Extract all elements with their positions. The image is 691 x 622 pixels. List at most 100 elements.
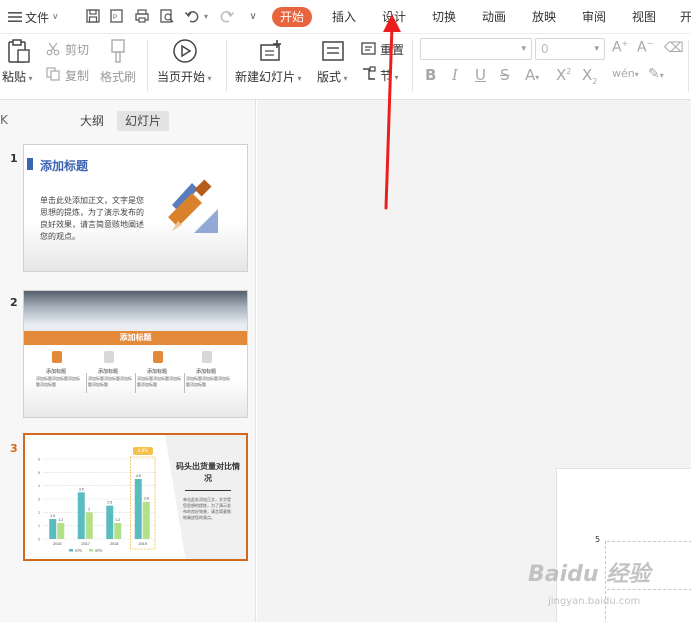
print-icon[interactable] <box>133 7 151 25</box>
chevron-down-icon: ▾ <box>521 44 526 54</box>
caret-down-icon: ▾ <box>392 73 399 82</box>
slide-thumbnail-3[interactable]: 码头出货量对比情况 单击此处添加正文，文字是您思想的提炼，为了演示发布的良好效果… <box>23 433 248 561</box>
tab-transition[interactable]: 切换 <box>432 8 456 26</box>
new-slide-label: 新建幻灯片 <box>235 70 296 84</box>
watermark-url: jingyan.baidu.com <box>548 596 641 607</box>
bar <box>114 523 122 539</box>
bar <box>57 523 65 539</box>
clipboard-icon <box>52 351 62 363</box>
strikethrough-icon[interactable]: S <box>500 66 510 84</box>
phonetic-guide-icon[interactable]: wén▾ <box>612 67 639 80</box>
title-rule <box>185 490 231 491</box>
undo-dropdown-icon[interactable]: ▾ <box>201 7 211 25</box>
slide-number: 2 <box>10 296 18 309</box>
bar <box>134 479 142 539</box>
cut-button[interactable]: 剪切 <box>65 41 89 58</box>
bar <box>142 501 150 539</box>
data-label: 1.2 <box>58 518 63 522</box>
title-accent-bar <box>27 158 33 170</box>
collapse-panel-icon[interactable]: K <box>0 113 8 127</box>
caret-down-icon: ▾ <box>341 74 348 83</box>
data-label: 3.5 <box>79 487 84 491</box>
font-color-icon[interactable]: A▾ <box>525 66 539 84</box>
y-tick-label: 0 <box>38 538 40 542</box>
ribbon-divider <box>147 40 148 92</box>
undo-icon[interactable] <box>183 7 201 25</box>
y-tick-label: 6 <box>38 458 40 462</box>
section-button[interactable]: 节 ▾ <box>380 67 399 84</box>
paste-icon[interactable] <box>5 38 31 67</box>
customize-toolbar-icon[interactable]: ∨ <box>244 7 262 25</box>
slide-thumbnail-2[interactable]: 添加标题 添加标题 添加标题添加标题添加标题添加标题 添加标题 添加标题添加标题… <box>23 290 248 418</box>
redo-icon[interactable] <box>218 7 236 25</box>
clipboard-icon <box>153 351 163 363</box>
bar <box>77 492 85 539</box>
ribbon-toolbar: 粘贴 ▾ 剪切 复制 格式刷 当页开始 ▾ 新建幻灯片 ▾ 版式 ▾ 重置 节 … <box>0 34 691 100</box>
column-heading: 添加标题 <box>196 369 217 375</box>
content-column: 添加标题 添加标题添加标题添加标题添加标题 <box>88 351 134 399</box>
increase-font-icon[interactable]: A+ <box>612 39 628 56</box>
file-menu[interactable]: 文件 ∨ <box>8 8 59 26</box>
watermark-brand: Baidu 经验 <box>528 562 651 587</box>
export-pdf-icon[interactable]: P <box>108 7 126 25</box>
tab-home[interactable]: 开始 <box>272 7 313 27</box>
x-tick-label: 2018 <box>110 542 118 546</box>
tab-review[interactable]: 审阅 <box>582 8 606 26</box>
mountain-image <box>24 291 247 333</box>
gridline <box>607 541 691 542</box>
tab-slides[interactable]: 幻灯片 <box>117 111 170 131</box>
content-column: 添加标题 添加标题添加标题添加标题添加标题 <box>36 351 82 399</box>
font-size-select[interactable]: 0 ▾ <box>535 38 605 60</box>
play-from-current-button[interactable]: 当页开始 ▾ <box>157 68 212 85</box>
tab-design[interactable]: 设计 <box>382 8 406 26</box>
section-icon <box>361 66 377 85</box>
decrease-font-icon[interactable]: A− <box>637 39 653 56</box>
save-icon[interactable] <box>84 7 102 25</box>
tab-more[interactable]: 开 <box>680 8 691 26</box>
x-tick-label: 2017 <box>82 542 90 546</box>
slide-number: 1 <box>10 152 18 165</box>
layout-label: 版式 <box>317 70 342 84</box>
format-painter-icon <box>108 38 128 67</box>
copy-button[interactable]: 复制 <box>65 67 89 84</box>
data-label: 2 <box>88 507 90 511</box>
superscript-icon[interactable]: X2 <box>556 66 571 84</box>
font-family-select[interactable]: ▾ <box>420 38 532 60</box>
gridline <box>607 589 691 590</box>
slide-thumbnail-1[interactable]: 添加标题 单击此处添加正文，文字是您思想的提炼，为了演示发布的良好效果，请言简意… <box>23 144 248 272</box>
subscript-icon[interactable]: X2 <box>582 66 597 86</box>
highlight-tag: 4.0% <box>133 447 153 455</box>
tab-slideshow[interactable]: 放映 <box>532 8 556 26</box>
y-tick-label: 4 <box>38 484 40 488</box>
editing-canvas[interactable]: 5 <box>257 100 691 622</box>
content-column: 添加标题 添加标题添加标题添加标题添加标题 <box>137 351 183 399</box>
caret-down-icon: ▾ <box>26 74 33 83</box>
highlight-icon[interactable]: ✎▾ <box>648 66 664 82</box>
ribbon-divider <box>688 40 689 92</box>
pencil-graphic-icon <box>168 179 218 233</box>
clipboard-icon <box>104 351 114 363</box>
ribbon-divider <box>412 40 413 92</box>
format-painter-button[interactable]: 格式刷 <box>100 68 136 85</box>
tab-view[interactable]: 视图 <box>632 8 656 26</box>
data-label: 1.2 <box>115 518 120 522</box>
slide-number: 3 <box>10 442 18 455</box>
paste-button[interactable]: 粘贴 ▾ <box>2 68 33 85</box>
print-preview-icon[interactable] <box>158 7 176 25</box>
new-slide-button[interactable]: 新建幻灯片 ▾ <box>235 68 302 85</box>
column-divider <box>86 373 87 393</box>
reset-button[interactable]: 重置 <box>380 41 404 58</box>
italic-icon[interactable]: I <box>452 66 458 84</box>
slide-panel: K 大纲 幻灯片 1 添加标题 单击此处添加正文，文字是您思想的提炼，为了演示发… <box>0 100 256 622</box>
tab-outline[interactable]: 大纲 <box>72 111 112 131</box>
slide-body-text: 单击此处添加正文，文字是您思想的提炼，为了演示发布的良好效果，请言简意赅地阐述您… <box>183 497 231 520</box>
underline-icon[interactable]: U <box>475 66 486 84</box>
bold-icon[interactable]: B <box>425 66 436 84</box>
clear-format-icon[interactable]: ⌫ <box>664 40 684 56</box>
data-label: 4.5 <box>136 474 141 478</box>
menu-tab-bar: 文件 ∨ P ▾ ∨ 开始 插入 设计 切换 动画 放映 审阅 视图 开 <box>0 0 691 34</box>
play-from-current-label: 当页开始 <box>157 70 206 84</box>
layout-button[interactable]: 版式 ▾ <box>317 68 348 85</box>
tab-animation[interactable]: 动画 <box>482 8 506 26</box>
tab-insert[interactable]: 插入 <box>332 8 356 26</box>
